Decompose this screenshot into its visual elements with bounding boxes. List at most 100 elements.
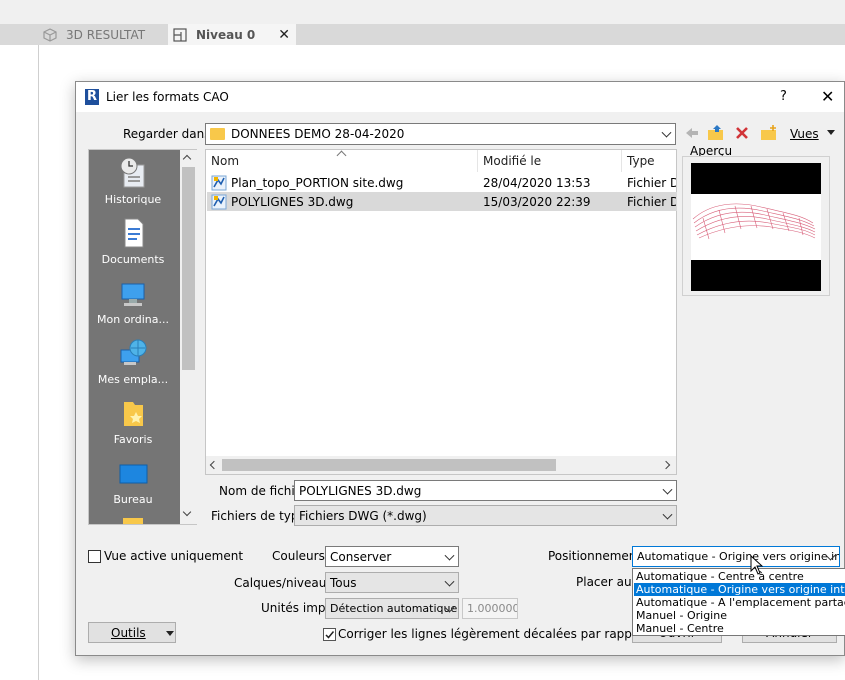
units-label: Unités imp.:	[261, 601, 334, 615]
colors-value: Conserver	[330, 549, 392, 564]
place-desktop[interactable]: Bureau	[89, 456, 177, 506]
file-modified: 15/03/2020 22:39	[483, 194, 591, 209]
folder-icon	[210, 128, 225, 140]
computer-icon	[121, 283, 145, 306]
place-favorites[interactable]: Favoris	[89, 396, 177, 446]
places-bar: Historique Documents Mon ordina... Mes e…	[88, 149, 197, 525]
place-at-label: Placer au:	[576, 575, 636, 589]
delete-icon[interactable]	[734, 125, 750, 141]
network-places-icon	[120, 339, 147, 365]
places-scrollbar[interactable]	[180, 150, 197, 524]
dialog-titlebar: R Lier les formats CAO ? ✕	[76, 82, 844, 112]
revit-logo-icon: R	[85, 89, 99, 105]
file-type: Fichier DWG	[627, 194, 676, 209]
views-menu[interactable]: Vues	[790, 127, 819, 141]
new-folder-icon[interactable]	[760, 124, 778, 142]
filetype-value: Fichiers DWG (*.dwg)	[299, 508, 427, 523]
documents-icon	[124, 218, 144, 248]
tab-niveau-0[interactable]: Niveau 0 ✕	[168, 24, 296, 45]
positioning-value: Automatique - Origine vers origine inte	[637, 550, 840, 563]
tools-dropdown-icon	[166, 631, 174, 636]
positioning-label: Positionnement:	[548, 549, 646, 563]
place-historique[interactable]: Historique	[89, 156, 177, 206]
scroll-down-icon[interactable]	[182, 507, 192, 517]
look-in-label: Regarder dans:	[123, 127, 215, 141]
preview-image	[691, 163, 821, 291]
file-list-hscrollbar[interactable]	[206, 456, 676, 474]
tools-label: Outils	[111, 625, 146, 640]
layers-select[interactable]: Tous	[325, 572, 459, 593]
file-modified: 28/04/2020 13:53	[483, 175, 591, 190]
scale-value: 1.000000	[467, 602, 518, 615]
history-icon	[120, 157, 145, 188]
active-view-checkbox[interactable]	[88, 550, 101, 563]
file-row-selected[interactable]: POLYLIGNES 3D.dwg 15/03/2020 22:39 Fichi…	[207, 192, 677, 211]
scroll-right-icon[interactable]	[661, 460, 671, 470]
look-in-value: DONNEES DEMO 28-04-2020	[231, 127, 405, 141]
close-button[interactable]: ✕	[821, 87, 834, 106]
layers-value: Tous	[330, 575, 357, 590]
file-name: POLYLIGNES 3D.dwg	[231, 194, 354, 209]
close-tab-icon[interactable]: ✕	[278, 27, 290, 43]
column-type[interactable]: Type	[622, 150, 677, 172]
place-label: Mon ordina...	[97, 313, 169, 326]
hscroll-thumb[interactable]	[222, 459, 556, 471]
favorites-icon	[124, 402, 143, 426]
floor-plan-icon	[173, 27, 187, 42]
file-type: Fichier DWG	[627, 175, 676, 190]
positioning-option[interactable]: Automatique - Centre à centre	[634, 570, 845, 583]
scroll-thumb[interactable]	[182, 167, 195, 370]
look-in-combo[interactable]: DONNEES DEMO 28-04-2020	[205, 123, 676, 145]
file-row[interactable]: Plan_topo_PORTION site.dwg 28/04/2020 13…	[207, 173, 677, 192]
tab-3d-resultat[interactable]: 3D RESULTAT	[42, 24, 167, 45]
tab-label: 3D RESULTAT	[66, 27, 146, 42]
active-view-label: Vue active uniquement	[104, 549, 244, 563]
desktop-icon	[119, 464, 148, 484]
help-button[interactable]: ?	[780, 89, 787, 104]
mouse-cursor-icon	[750, 555, 764, 575]
positioning-option[interactable]: Manuel - Origine	[634, 609, 845, 622]
column-modified[interactable]: Modifié le	[478, 150, 622, 172]
positioning-dropdown[interactable]: Automatique - Centre à centre Automatiqu…	[632, 568, 845, 636]
place-documents[interactable]: Documents	[89, 216, 177, 266]
dialog-title: Lier les formats CAO	[106, 90, 229, 104]
dwg-file-icon	[211, 194, 227, 209]
place-label: Favoris	[113, 433, 153, 446]
file-list[interactable]: Nom Modifié le Type Plan_topo_PORTION si…	[205, 149, 677, 475]
dwg-file-icon	[211, 175, 227, 190]
filetype-select[interactable]: Fichiers DWG (*.dwg)	[294, 505, 677, 526]
colors-select[interactable]: Conserver	[325, 546, 459, 567]
view-border	[38, 45, 39, 680]
positioning-option[interactable]: Manuel - Centre	[634, 622, 845, 635]
filename-input[interactable]: POLYLIGNES 3D.dwg	[294, 480, 677, 501]
up-folder-icon[interactable]	[707, 124, 725, 142]
units-select[interactable]: Détection automatique	[325, 598, 459, 619]
units-value: Détection automatique	[330, 602, 458, 615]
place-label: Documents	[101, 253, 165, 266]
place-label: Historique	[104, 193, 162, 206]
link-cad-dialog: R Lier les formats CAO ? ✕ Regarder dans…	[75, 81, 845, 656]
3d-view-icon	[43, 27, 57, 42]
place-network[interactable]: Mes empla...	[89, 336, 177, 386]
back-icon[interactable]	[684, 125, 700, 141]
more-places-icon	[123, 518, 143, 524]
tab-label: Niveau 0	[196, 27, 256, 42]
correct-lines-checkbox[interactable]	[323, 628, 336, 641]
positioning-option[interactable]: Automatique - A l'emplacement partagé	[634, 596, 845, 609]
place-label: Bureau	[113, 493, 153, 506]
place-label: Mes empla...	[97, 373, 169, 386]
positioning-select[interactable]: Automatique - Origine vers origine inte	[632, 546, 840, 567]
tools-button[interactable]: Outils	[88, 622, 176, 643]
file-name: Plan_topo_PORTION site.dwg	[231, 175, 404, 190]
colors-label: Couleurs:	[272, 549, 329, 563]
positioning-option-selected[interactable]: Automatique - Origine vers origine inter…	[634, 583, 845, 596]
place-computer[interactable]: Mon ordina...	[89, 276, 177, 326]
app-top-strip	[0, 0, 845, 24]
preview-frame	[682, 156, 830, 296]
scroll-left-icon[interactable]	[209, 460, 219, 470]
scale-input[interactable]: 1.000000	[462, 598, 518, 619]
layers-label: Calques/niveaux:	[234, 576, 338, 590]
views-dropdown-icon[interactable]	[827, 130, 835, 135]
filename-value: POLYLIGNES 3D.dwg	[299, 483, 422, 498]
scroll-up-icon[interactable]	[182, 154, 192, 164]
